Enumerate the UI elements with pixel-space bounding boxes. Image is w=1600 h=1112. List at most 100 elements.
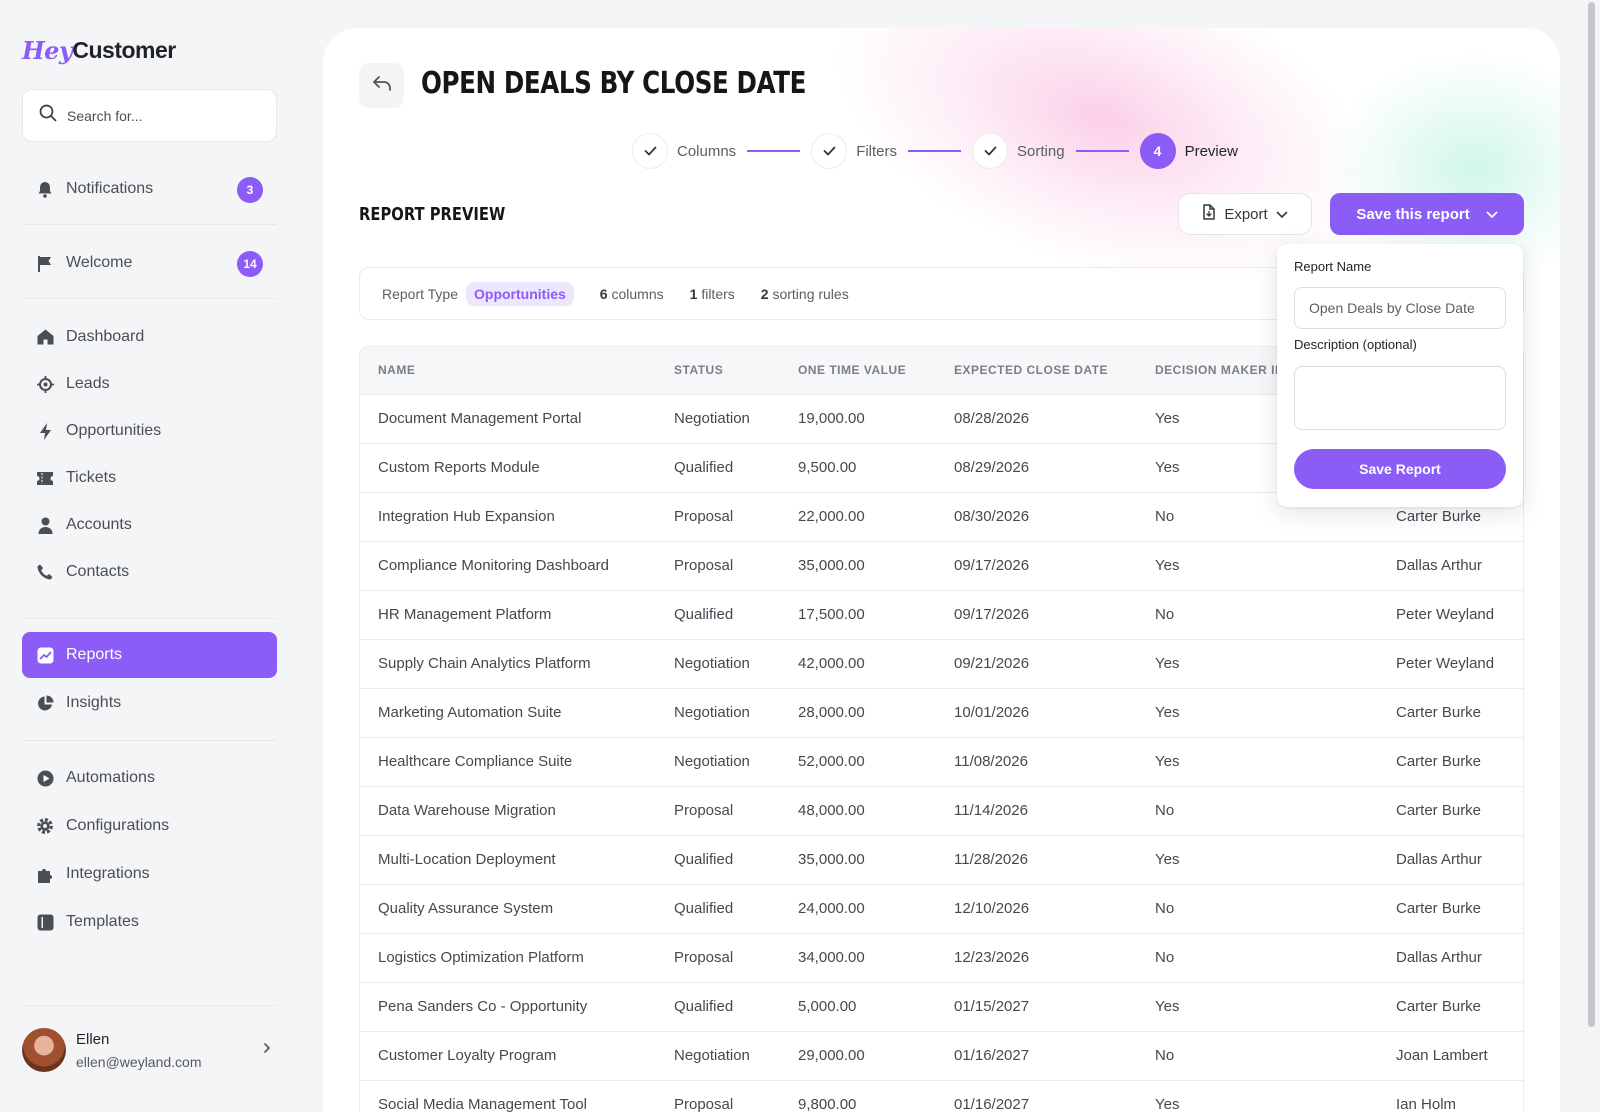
description-label: Description (optional) (1294, 337, 1417, 352)
table-cell: 22,000.00 (798, 508, 865, 525)
table-row[interactable]: Social Media Management Tool Proposal 9,80… (360, 1080, 1523, 1112)
table-cell: No (1155, 900, 1175, 917)
table-row[interactable]: Multi-Location Deployment Qualified 35,000… (360, 835, 1523, 884)
table-row[interactable]: Marketing Automation Suite Negotiation 28,… (360, 688, 1523, 737)
step-columns[interactable]: Columns (632, 133, 736, 169)
column-header[interactable]: NAME (360, 347, 656, 394)
sidebar-item-welcome[interactable]: Welcome 14 (22, 240, 277, 286)
report-name-input[interactable] (1294, 287, 1506, 329)
table-cell: Negotiation (674, 655, 750, 672)
table-cell: 17,500.00 (798, 606, 865, 623)
sidebar-item-opportunities[interactable]: Opportunities (22, 408, 277, 454)
table-row[interactable]: Healthcare Compliance Suite Negotiation 52… (360, 737, 1523, 786)
step-label: Sorting (1017, 142, 1065, 160)
table-cell: Carter Burke (1396, 998, 1482, 1015)
chevron-down-icon (1276, 206, 1288, 223)
table-row[interactable]: Supply Chain Analytics Platform Negotiati… (360, 639, 1523, 688)
sidebar-item-label: Integrations (66, 865, 150, 882)
undo-arrow-icon (372, 75, 392, 96)
table-cell: Ian Holm (1396, 1096, 1457, 1112)
sidebar-item-label: Notifications (66, 180, 154, 197)
save-report-submit-button[interactable]: Save Report (1294, 449, 1506, 489)
table-cell: 11/14/2026 (954, 802, 1028, 819)
step-preview[interactable]: 4 Preview (1139, 133, 1238, 169)
table-row[interactable]: Data Warehouse Migration Proposal 48,000.0… (360, 786, 1523, 835)
sidebar-item-accounts[interactable]: Accounts (22, 502, 277, 548)
divider (22, 224, 277, 225)
logo-hey: Hey (22, 35, 73, 65)
play-icon (36, 769, 54, 787)
table-row[interactable]: Quality Assurance System Qualified 24,000.… (360, 884, 1523, 933)
check-icon (972, 133, 1009, 169)
table-cell: Quality Assurance System (378, 900, 554, 917)
check-icon (811, 133, 848, 169)
table-cell: 08/29/2026 (954, 459, 1030, 476)
sidebar-item-leads[interactable]: Leads (22, 361, 277, 407)
back-button[interactable] (359, 63, 404, 108)
table-row[interactable]: Logistics Optimization Platform Proposal 3… (360, 933, 1523, 982)
chart-icon (36, 646, 54, 664)
chevron-right-icon[interactable] (263, 1041, 271, 1057)
sidebar-item-insights[interactable]: Insights (22, 680, 277, 726)
table-row[interactable]: Customer Loyalty Program Negotiation 29,00… (360, 1031, 1523, 1080)
sidebar-item-dashboard[interactable]: Dashboard (22, 314, 277, 360)
table-cell: Negotiation (674, 410, 750, 427)
sidebar-item-label: Leads (66, 375, 110, 392)
step-label: Columns (677, 142, 737, 160)
table-cell: 19,000.00 (798, 410, 865, 427)
phone-icon (36, 563, 54, 581)
user-profile[interactable]: Ellen ellen@weyland.com (22, 1025, 277, 1075)
sidebar-item-configurations[interactable]: Configurations (22, 803, 277, 849)
sidebar-item-automations[interactable]: Automations (22, 755, 277, 801)
scrollbar-thumb[interactable] (1588, 2, 1595, 1027)
table-cell: No (1155, 949, 1175, 966)
sidebar-item-label: Dashboard (66, 328, 145, 345)
person-icon (36, 516, 54, 534)
sidebar-item-tickets[interactable]: Tickets (22, 455, 277, 501)
table-row[interactable]: Compliance Monitoring Dashboard Proposal 3… (360, 541, 1523, 590)
save-report-button[interactable]: Save this report (1330, 193, 1524, 235)
bell-icon (36, 180, 54, 198)
table-cell: Document Management Portal (378, 410, 582, 427)
sidebar-item-contacts[interactable]: Contacts (22, 549, 277, 595)
table-cell: 01/15/2027 (954, 998, 1030, 1015)
step-connector (747, 150, 801, 152)
logo[interactable]: Hey Customer (22, 30, 176, 70)
notifications-badge: 3 (237, 177, 263, 203)
table-cell: Proposal (674, 557, 734, 574)
table-cell: 42,000.00 (798, 655, 865, 672)
table-cell: Carter Burke (1396, 704, 1482, 721)
step-sorting[interactable]: Sorting (972, 133, 1065, 169)
search-box[interactable] (22, 89, 277, 142)
table-cell: 35,000.00 (798, 557, 865, 574)
puzzle-icon (36, 865, 54, 883)
column-header[interactable]: EXPECTED CLOSE DATE (936, 347, 1137, 394)
sidebar-item-label: Tickets (66, 469, 117, 486)
table-cell: 24,000.00 (798, 900, 865, 917)
sidebar-item-reports[interactable]: Reports (22, 632, 277, 678)
table-cell: 28,000.00 (798, 704, 865, 721)
step-filters[interactable]: Filters (811, 133, 897, 169)
table-cell: Yes (1155, 704, 1180, 721)
column-header[interactable]: STATUS (656, 347, 780, 394)
sidebar-item-label: Insights (66, 694, 122, 711)
table-row[interactable]: HR Management Platform Qualified 17,500.00… (360, 590, 1523, 639)
sidebar-item-integrations[interactable]: Integrations (22, 851, 277, 897)
table-cell: 12/10/2026 (954, 900, 1030, 917)
table-row[interactable]: Pena Sanders Co - Opportunity Qualified 5,… (360, 982, 1523, 1031)
search-input[interactable] (67, 107, 257, 124)
description-input[interactable] (1294, 366, 1506, 430)
table-cell: Logistics Optimization Platform (378, 949, 584, 966)
user-name: Ellen (76, 1030, 110, 1048)
step-number: 4 (1139, 133, 1176, 169)
table-cell: 9,500.00 (798, 459, 857, 476)
export-button[interactable]: Export (1178, 193, 1312, 235)
table-cell: Qualified (674, 998, 734, 1015)
sidebar-item-templates[interactable]: Templates (22, 899, 277, 945)
sidebar-item-label: Opportunities (66, 422, 162, 439)
sidebar-item-notifications[interactable]: Notifications 3 (22, 166, 277, 212)
divider (22, 618, 277, 619)
table-cell: Dallas Arthur (1396, 557, 1482, 574)
table-cell: Qualified (674, 459, 734, 476)
column-header[interactable]: ONE TIME VALUE (780, 347, 936, 394)
